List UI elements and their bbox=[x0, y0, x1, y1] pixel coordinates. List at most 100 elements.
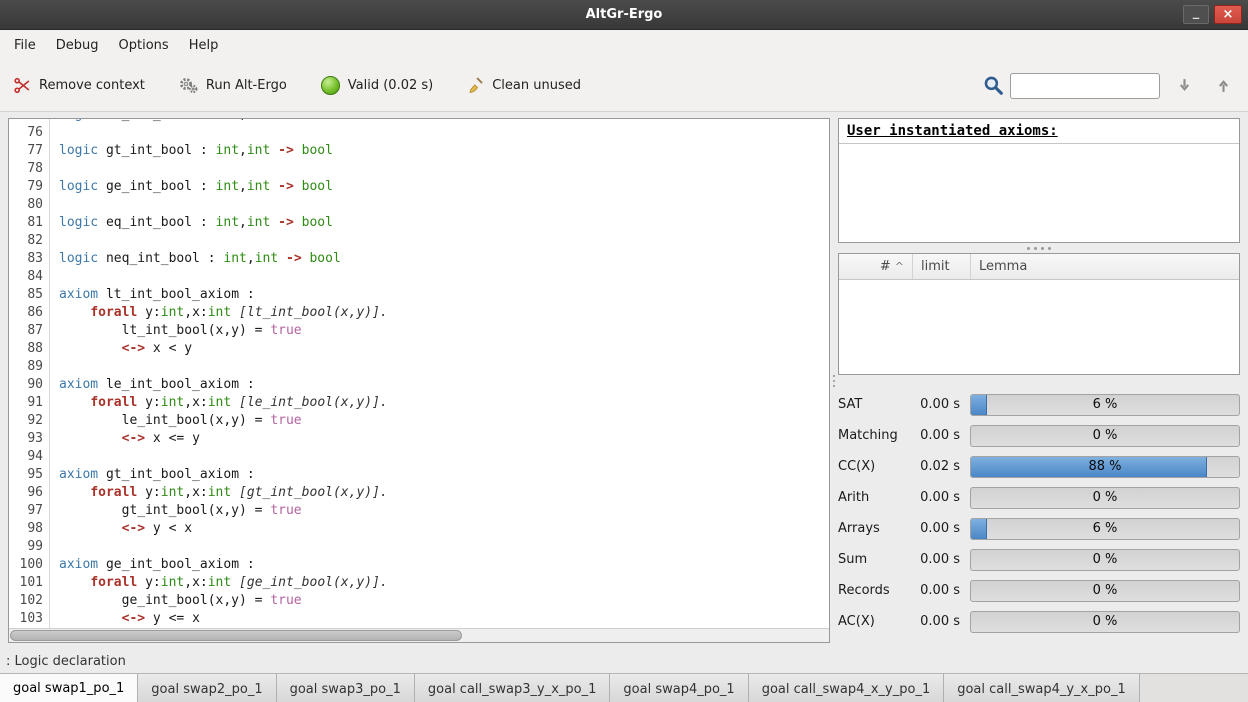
horizontal-scrollbar[interactable] bbox=[9, 628, 829, 642]
line-number: 88 bbox=[9, 340, 49, 358]
code-line[interactable]: 94 bbox=[9, 448, 829, 466]
main-area: 75logic le_int_bool : int,int -> bool767… bbox=[0, 112, 1248, 649]
pane-resize-handle[interactable] bbox=[830, 118, 838, 643]
code-line[interactable]: 98 <-> y < x bbox=[9, 520, 829, 538]
stat-time: 0.00 s bbox=[910, 583, 960, 598]
line-number: 93 bbox=[9, 430, 49, 448]
line-text bbox=[49, 538, 59, 556]
line-number: 80 bbox=[9, 196, 49, 214]
code-line[interactable]: 83logic neq_int_bool : int,int -> bool bbox=[9, 250, 829, 268]
line-number: 92 bbox=[9, 412, 49, 430]
stat-progressbar: 6 % bbox=[970, 394, 1240, 416]
code-viewport[interactable]: 75logic le_int_bool : int,int -> bool767… bbox=[9, 119, 829, 628]
scrollbar-thumb[interactable] bbox=[10, 630, 462, 641]
goal-tab[interactable]: goal swap1_po_1 bbox=[0, 674, 138, 702]
menu-item-options[interactable]: Options bbox=[109, 32, 179, 59]
line-text: axiom lt_int_bool_axiom : bbox=[49, 286, 255, 304]
run-alt-ergo-button[interactable]: Run Alt-Ergo bbox=[179, 77, 287, 94]
line-number: 95 bbox=[9, 466, 49, 484]
goal-tab[interactable]: goal call_swap4_x_y_po_1 bbox=[749, 674, 945, 702]
code-line[interactable]: 85axiom lt_int_bool_axiom : bbox=[9, 286, 829, 304]
line-number: 94 bbox=[9, 448, 49, 466]
goal-tab[interactable]: goal swap2_po_1 bbox=[138, 674, 276, 702]
code-editor[interactable]: 75logic le_int_bool : int,int -> bool767… bbox=[8, 118, 830, 643]
code-line[interactable]: 92 le_int_bool(x,y) = true bbox=[9, 412, 829, 430]
code-line[interactable]: 102 ge_int_bool(x,y) = true bbox=[9, 592, 829, 610]
code-line[interactable]: 97 gt_int_bool(x,y) = true bbox=[9, 502, 829, 520]
stats-panel: SAT0.00 s6 %Matching0.00 s0 %CC(X)0.02 s… bbox=[838, 387, 1240, 643]
stat-label: Arrays bbox=[838, 521, 910, 536]
code-line[interactable]: 95axiom gt_int_bool_axiom : bbox=[9, 466, 829, 484]
code-line[interactable]: 87 lt_int_bool(x,y) = true bbox=[9, 322, 829, 340]
code-line[interactable]: 96 forall y:int,x:int [gt_int_bool(x,y)]… bbox=[9, 484, 829, 502]
progress-percent: 0 % bbox=[971, 488, 1239, 508]
code-line[interactable]: 84 bbox=[9, 268, 829, 286]
line-number: 101 bbox=[9, 574, 49, 592]
stat-progressbar: 88 % bbox=[970, 456, 1240, 478]
code-line[interactable]: 93 <-> x <= y bbox=[9, 430, 829, 448]
stat-row-sum: Sum0.00 s0 % bbox=[838, 544, 1240, 575]
code-line[interactable]: 91 forall y:int,x:int [le_int_bool(x,y)]… bbox=[9, 394, 829, 412]
code-line[interactable]: 81logic eq_int_bool : int,int -> bool bbox=[9, 214, 829, 232]
menu-item-help[interactable]: Help bbox=[179, 32, 229, 59]
sort-ascending-icon: ^ bbox=[895, 260, 904, 273]
goal-tab[interactable]: goal call_swap3_y_x_po_1 bbox=[415, 674, 611, 702]
axioms-resize-handle[interactable] bbox=[838, 243, 1240, 253]
stat-row-arrays: Arrays0.00 s6 % bbox=[838, 513, 1240, 544]
code-line[interactable]: 77logic gt_int_bool : int,int -> bool bbox=[9, 142, 829, 160]
line-text: forall y:int,x:int [lt_int_bool(x,y)]. bbox=[49, 304, 388, 322]
line-number: 81 bbox=[9, 214, 49, 232]
code-line[interactable]: 80 bbox=[9, 196, 829, 214]
minimize-button[interactable]: _ bbox=[1183, 5, 1209, 24]
code-line[interactable]: 100axiom ge_int_bool_axiom : bbox=[9, 556, 829, 574]
code-line[interactable]: 99 bbox=[9, 538, 829, 556]
goal-tab[interactable]: goal swap3_po_1 bbox=[277, 674, 415, 702]
stat-row-arith: Arith0.00 s0 % bbox=[838, 482, 1240, 513]
jump-up-icon[interactable] bbox=[1215, 77, 1232, 94]
stat-label: AC(X) bbox=[838, 614, 910, 629]
stat-label: Arith bbox=[838, 490, 910, 505]
window-title: AltGr-Ergo bbox=[0, 7, 1248, 22]
line-text: <-> y < x bbox=[49, 520, 192, 538]
code-line[interactable]: 88 <-> x < y bbox=[9, 340, 829, 358]
goal-tab[interactable]: goal call_swap4_y_x_po_1 bbox=[944, 674, 1140, 702]
line-text: forall y:int,x:int [le_int_bool(x,y)]. bbox=[49, 394, 388, 412]
stat-progressbar: 0 % bbox=[970, 487, 1240, 509]
lemma-column-header-count[interactable]: #^ bbox=[839, 254, 913, 279]
line-number: 79 bbox=[9, 178, 49, 196]
lemma-column-header-lemma[interactable]: Lemma bbox=[971, 254, 1239, 279]
line-number: 99 bbox=[9, 538, 49, 556]
stat-time: 0.02 s bbox=[910, 459, 960, 474]
progress-percent: 6 % bbox=[971, 395, 1239, 415]
remove-context-button[interactable]: Remove context bbox=[14, 77, 145, 94]
close-button[interactable]: × bbox=[1214, 5, 1242, 24]
code-line[interactable]: 103 <-> y <= x bbox=[9, 610, 829, 628]
line-text bbox=[49, 232, 59, 250]
goal-tab[interactable]: goal swap4_po_1 bbox=[610, 674, 748, 702]
lemma-column-header-limit[interactable]: limit bbox=[913, 254, 971, 279]
code-line[interactable]: 86 forall y:int,x:int [lt_int_bool(x,y)]… bbox=[9, 304, 829, 322]
code-line[interactable]: 76 bbox=[9, 124, 829, 142]
toolbar: Remove context Run Alt-Ergo Valid (0.02 … bbox=[0, 60, 1248, 112]
titlebar: AltGr-Ergo _ × bbox=[0, 0, 1248, 30]
line-text: logic ge_int_bool : int,int -> bool bbox=[49, 178, 333, 196]
progress-percent: 0 % bbox=[971, 550, 1239, 570]
code-line[interactable]: 79logic ge_int_bool : int,int -> bool bbox=[9, 178, 829, 196]
stat-progressbar: 6 % bbox=[970, 518, 1240, 540]
jump-down-icon[interactable] bbox=[1176, 77, 1193, 94]
code-line[interactable]: 78 bbox=[9, 160, 829, 178]
line-number: 96 bbox=[9, 484, 49, 502]
code-line[interactable]: 101 forall y:int,x:int [ge_int_bool(x,y)… bbox=[9, 574, 829, 592]
app-window: AltGr-Ergo _ × FileDebugOptionsHelp Remo… bbox=[0, 0, 1248, 702]
line-number: 89 bbox=[9, 358, 49, 376]
menu-item-file[interactable]: File bbox=[4, 32, 46, 59]
code-line[interactable]: 89 bbox=[9, 358, 829, 376]
clean-unused-button[interactable]: Clean unused bbox=[467, 77, 581, 94]
line-text: logic le_int_bool : int,int -> bool bbox=[49, 119, 333, 124]
line-text: logic gt_int_bool : int,int -> bool bbox=[49, 142, 333, 160]
code-line[interactable]: 82 bbox=[9, 232, 829, 250]
search-input[interactable] bbox=[1010, 73, 1160, 99]
menu-item-debug[interactable]: Debug bbox=[46, 32, 109, 59]
line-text: le_int_bool(x,y) = true bbox=[49, 412, 302, 430]
code-line[interactable]: 90axiom le_int_bool_axiom : bbox=[9, 376, 829, 394]
